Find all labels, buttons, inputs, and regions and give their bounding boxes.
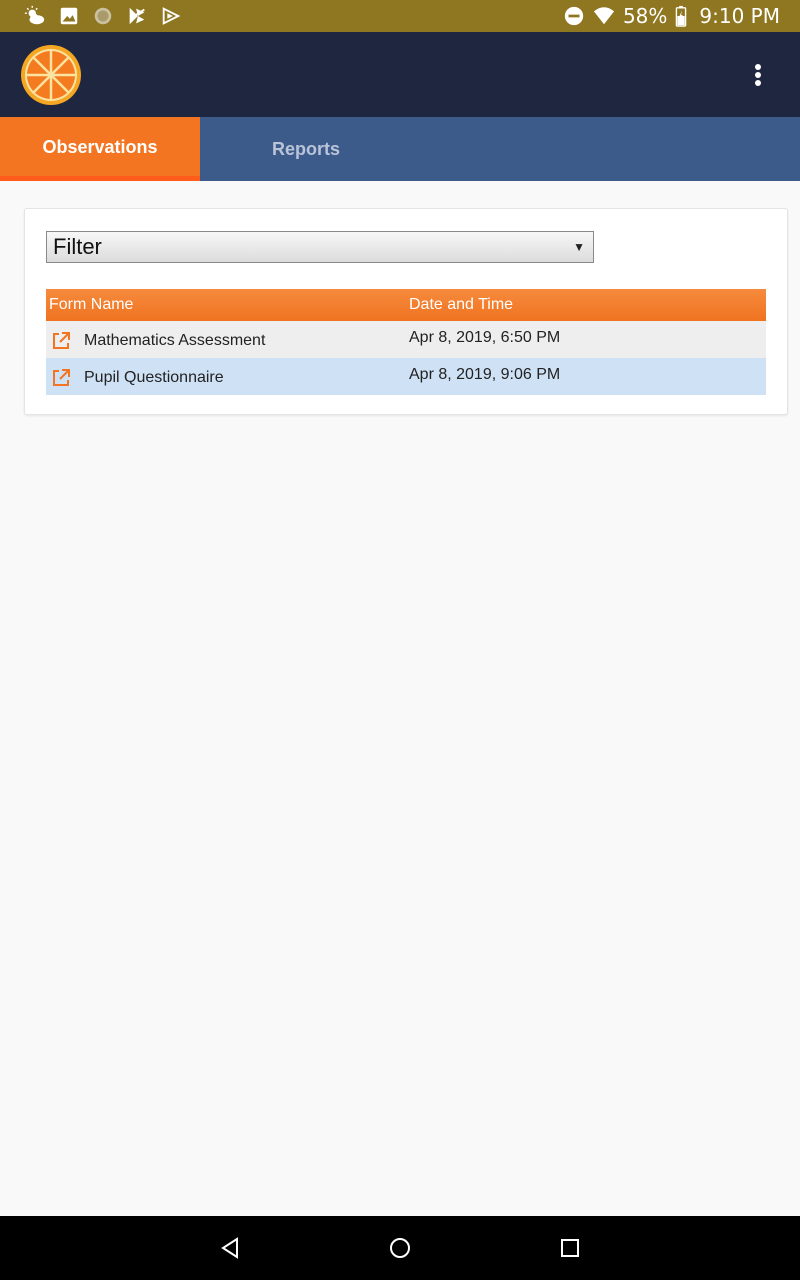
recents-icon bbox=[561, 1239, 579, 1257]
circle-app-icon bbox=[92, 5, 114, 27]
observations-table: Form Name Date and Time Mathematics Asse… bbox=[46, 289, 766, 395]
date-time-cell: Apr 8, 2019, 9:06 PM bbox=[409, 365, 561, 383]
status-system: 58% 9:10 PM bbox=[563, 4, 780, 28]
more-options-button[interactable] bbox=[738, 55, 778, 95]
form-name: Mathematics Assessment bbox=[84, 332, 266, 349]
play-store-icon bbox=[126, 5, 148, 27]
home-button[interactable] bbox=[315, 1216, 485, 1280]
battery-percent: 58% bbox=[622, 4, 668, 28]
recents-button[interactable] bbox=[485, 1216, 655, 1280]
status-bar: 58% 9:10 PM bbox=[0, 0, 800, 32]
tab-label: Observations bbox=[42, 136, 158, 157]
dropdown-caret-icon: ▼ bbox=[573, 240, 585, 254]
tab-reports[interactable]: Reports bbox=[200, 117, 412, 181]
tab-bar: Observations Reports bbox=[0, 117, 800, 181]
orange-slice-logo bbox=[21, 44, 81, 105]
table-row[interactable]: Pupil Questionnaire Apr 8, 2019, 9:06 PM bbox=[46, 358, 766, 395]
wifi-icon bbox=[593, 5, 615, 27]
date-time-cell: Apr 8, 2019, 6:50 PM bbox=[409, 328, 561, 346]
tab-label: Reports bbox=[271, 138, 340, 159]
form-name-cell: Pupil Questionnaire bbox=[46, 364, 406, 389]
form-name-cell: Mathematics Assessment bbox=[46, 327, 406, 352]
tab-observations[interactable]: Observations bbox=[0, 117, 200, 181]
column-header-date-time: Date and Time bbox=[409, 296, 514, 313]
do-not-disturb-icon bbox=[563, 5, 585, 27]
table-header: Form Name Date and Time bbox=[46, 289, 766, 321]
back-icon bbox=[221, 1237, 238, 1259]
status-notifications bbox=[24, 5, 182, 27]
battery-icon bbox=[675, 5, 687, 27]
clock: 9:10 PM bbox=[699, 4, 780, 28]
observations-card: Filter ▼ Form Name Date and Time Mathema… bbox=[24, 208, 788, 415]
app-bar bbox=[0, 32, 800, 117]
column-header-form-name: Form Name bbox=[49, 296, 134, 313]
home-icon bbox=[390, 1238, 410, 1258]
navigation-bar bbox=[0, 1216, 800, 1280]
filter-select[interactable]: Filter ▼ bbox=[46, 231, 594, 263]
weather-icon bbox=[24, 5, 46, 27]
image-icon bbox=[58, 5, 80, 27]
play-movies-icon bbox=[160, 5, 182, 27]
open-in-new-icon[interactable] bbox=[50, 367, 72, 389]
filter-label: Filter bbox=[53, 234, 102, 259]
table-row[interactable]: Mathematics Assessment Apr 8, 2019, 6:50… bbox=[46, 321, 766, 358]
form-name: Pupil Questionnaire bbox=[84, 369, 224, 386]
open-in-new-icon[interactable] bbox=[50, 330, 72, 352]
back-button[interactable] bbox=[145, 1216, 315, 1280]
more-vert-icon bbox=[755, 63, 761, 86]
